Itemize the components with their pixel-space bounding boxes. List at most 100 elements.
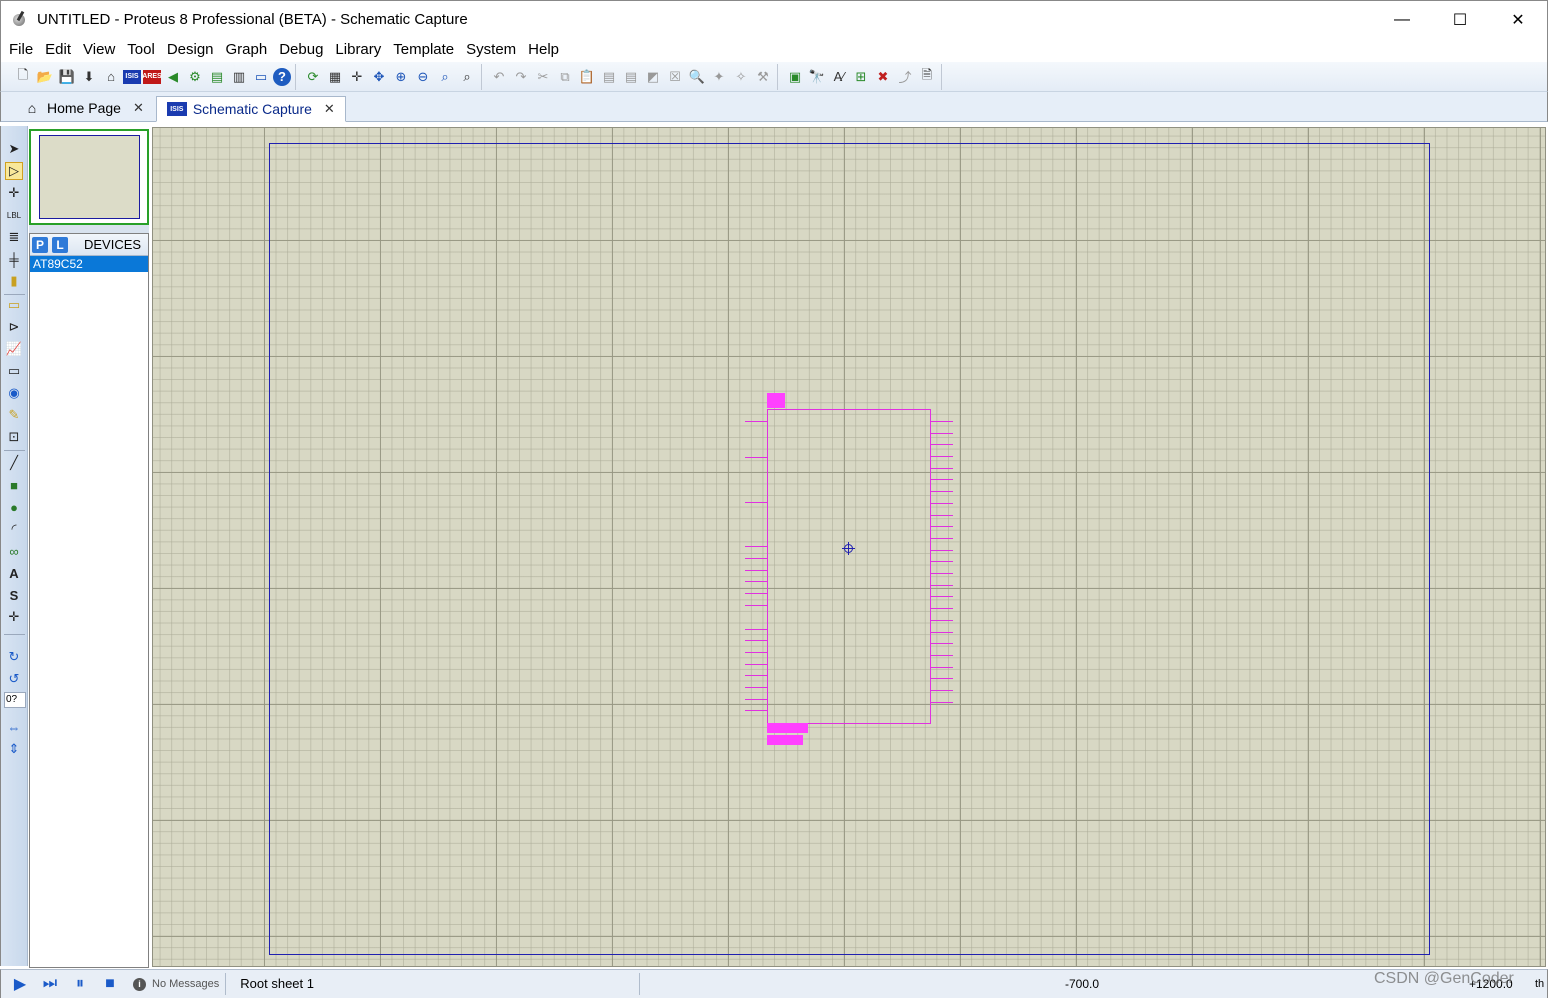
remove-sheet-icon[interactable]: ✖ bbox=[873, 67, 893, 87]
buses-icon[interactable]: ╪ bbox=[5, 250, 23, 268]
marker-tool-icon[interactable]: ✛ bbox=[5, 608, 23, 626]
arc-tool-icon[interactable]: ◜ bbox=[5, 520, 23, 538]
generator-icon[interactable]: ◉ bbox=[5, 384, 23, 402]
menu-graph[interactable]: Graph bbox=[220, 38, 274, 62]
menu-tool[interactable]: Tool bbox=[121, 38, 161, 62]
mirror-vertical-icon[interactable]: ⇕ bbox=[5, 740, 23, 758]
overview-window[interactable] bbox=[29, 129, 149, 225]
gerber-icon[interactable]: ⚙ bbox=[185, 67, 205, 87]
exit-to-parent-icon[interactable]: ⤴ bbox=[895, 67, 915, 87]
box-tool-icon[interactable]: ■ bbox=[5, 476, 23, 494]
menu-help[interactable]: Help bbox=[522, 38, 565, 62]
menu-view[interactable]: View bbox=[77, 38, 121, 62]
block-delete-icon[interactable]: ☒ bbox=[665, 67, 685, 87]
rotate-anticlockwise-icon[interactable]: ↺ bbox=[5, 670, 23, 688]
path-tool-icon[interactable]: ∞ bbox=[5, 542, 23, 560]
property-tool-icon[interactable]: A⁄ bbox=[829, 67, 849, 87]
menu-design[interactable]: Design bbox=[161, 38, 220, 62]
schematic-canvas[interactable] bbox=[152, 127, 1546, 967]
line-tool-icon[interactable]: ╱ bbox=[5, 454, 23, 472]
grid-toggle-icon[interactable]: ▦ bbox=[325, 67, 345, 87]
pin-line bbox=[745, 421, 767, 422]
pan-icon[interactable]: ✥ bbox=[369, 67, 389, 87]
bom-icon[interactable]: ▤ bbox=[207, 67, 227, 87]
message-area[interactable]: i No Messages bbox=[133, 973, 227, 995]
undo-icon[interactable]: ↶ bbox=[489, 67, 509, 87]
pick-library-button[interactable]: P bbox=[32, 236, 48, 253]
menu-library[interactable]: Library bbox=[329, 38, 387, 62]
menu-system[interactable]: System bbox=[460, 38, 522, 62]
refresh-icon[interactable]: ⟳ bbox=[303, 67, 323, 87]
block-move-icon[interactable]: ▤ bbox=[621, 67, 641, 87]
zoom-out-icon[interactable]: ⊖ bbox=[413, 67, 433, 87]
menu-file[interactable]: File bbox=[3, 38, 39, 62]
circle-tool-icon[interactable]: ● bbox=[5, 498, 23, 516]
virtual-instruments-icon[interactable]: ⊡ bbox=[5, 428, 23, 446]
pin-line bbox=[745, 629, 767, 630]
close-tab-schematic-icon[interactable]: ✕ bbox=[324, 101, 335, 117]
subcircuit-icon[interactable]: ▮ bbox=[5, 272, 23, 290]
library-manager-button[interactable]: L bbox=[52, 236, 68, 253]
cut-icon[interactable]: ✂ bbox=[533, 67, 553, 87]
pick-device-icon[interactable]: 🔍 bbox=[687, 67, 707, 87]
save-icon[interactable]: 💾 bbox=[57, 67, 77, 87]
design-explorer-icon[interactable]: ▥ bbox=[229, 67, 249, 87]
menu-template[interactable]: Template bbox=[387, 38, 460, 62]
search-tag-icon[interactable]: 🔭 bbox=[807, 67, 827, 87]
make-device-icon[interactable]: ✦ bbox=[709, 67, 729, 87]
pause-button[interactable]: ⏸ bbox=[69, 973, 91, 995]
redo-icon[interactable]: ↷ bbox=[511, 67, 531, 87]
rotation-angle-field[interactable]: 0? bbox=[4, 692, 26, 708]
device-pins-icon[interactable]: ⊳ bbox=[5, 318, 23, 336]
copy-icon[interactable]: ⧉ bbox=[555, 67, 575, 87]
wire-autorouter-icon[interactable]: ▣ bbox=[785, 67, 805, 87]
text-tool-icon[interactable]: A bbox=[5, 564, 23, 582]
at89c52-component[interactable] bbox=[767, 409, 931, 724]
graph-mode-icon[interactable]: 📈 bbox=[5, 340, 23, 358]
minimize-button[interactable]: — bbox=[1373, 1, 1431, 39]
new-sheet-icon[interactable]: ⊞ bbox=[851, 67, 871, 87]
netlist-icon[interactable]: 🗎 bbox=[917, 67, 937, 87]
terminals-icon[interactable]: ▭ bbox=[5, 296, 23, 314]
new-file-icon[interactable]: 🗋 bbox=[13, 67, 33, 87]
zoom-in-icon[interactable]: ⊕ bbox=[391, 67, 411, 87]
home-icon[interactable]: ⌂ bbox=[101, 67, 121, 87]
paste-icon[interactable]: 📋 bbox=[577, 67, 597, 87]
tape-recorder-icon[interactable]: ▭ bbox=[5, 362, 23, 380]
pin-line bbox=[745, 675, 767, 676]
open-folder-icon[interactable]: 📂 bbox=[35, 67, 55, 87]
text-script-icon[interactable]: ≣ bbox=[5, 228, 23, 246]
decompose-icon[interactable]: ⚒ bbox=[753, 67, 773, 87]
tab-schematic-capture[interactable]: ISIS Schematic Capture ✕ bbox=[155, 96, 346, 122]
3d-viewer-icon[interactable]: ◀ bbox=[163, 67, 183, 87]
tab-home-page[interactable]: ⌂ Home Page ✕ bbox=[13, 95, 154, 121]
junction-dot-icon[interactable]: ✛ bbox=[5, 184, 23, 202]
zoom-area-icon[interactable]: ⌕ bbox=[457, 67, 477, 87]
mirror-horizontal-icon[interactable]: ⇔ bbox=[5, 718, 23, 736]
zoom-all-icon[interactable]: ⌕ bbox=[435, 67, 455, 87]
wire-label-icon[interactable]: LBL bbox=[5, 206, 23, 224]
isis-schematic-icon[interactable]: ISIS bbox=[123, 69, 141, 84]
import-icon[interactable]: ⬇ bbox=[79, 67, 99, 87]
play-button[interactable]: ▶ bbox=[9, 973, 31, 995]
origin-icon[interactable]: ✛ bbox=[347, 67, 367, 87]
ares-pcb-icon[interactable]: ARES bbox=[142, 69, 162, 84]
voltage-probe-icon[interactable]: ✎ bbox=[5, 406, 23, 424]
close-tab-home-icon[interactable]: ✕ bbox=[133, 100, 144, 116]
source-code-icon[interactable]: ▭ bbox=[251, 67, 271, 87]
help-icon[interactable]: ? bbox=[273, 67, 291, 86]
device-list-item[interactable]: AT89C52 bbox=[30, 256, 148, 272]
block-rotate-icon[interactable]: ◩ bbox=[643, 67, 663, 87]
menu-edit[interactable]: Edit bbox=[39, 38, 77, 62]
maximize-button[interactable]: ☐ bbox=[1431, 1, 1489, 39]
block-copy-icon[interactable]: ▤ bbox=[599, 67, 619, 87]
symbol-tool-icon[interactable]: S bbox=[5, 586, 23, 604]
menu-debug[interactable]: Debug bbox=[273, 38, 329, 62]
component-mode-icon[interactable]: ▷ bbox=[5, 162, 23, 180]
step-button[interactable]: ⏭ bbox=[39, 973, 61, 995]
stop-button[interactable]: ■ bbox=[99, 973, 121, 995]
close-button[interactable]: ✕ bbox=[1489, 1, 1547, 39]
selection-mode-icon[interactable]: ➤ bbox=[5, 140, 23, 158]
rotate-clockwise-icon[interactable]: ↻ bbox=[5, 648, 23, 666]
package-tool-icon[interactable]: ✧ bbox=[731, 67, 751, 87]
